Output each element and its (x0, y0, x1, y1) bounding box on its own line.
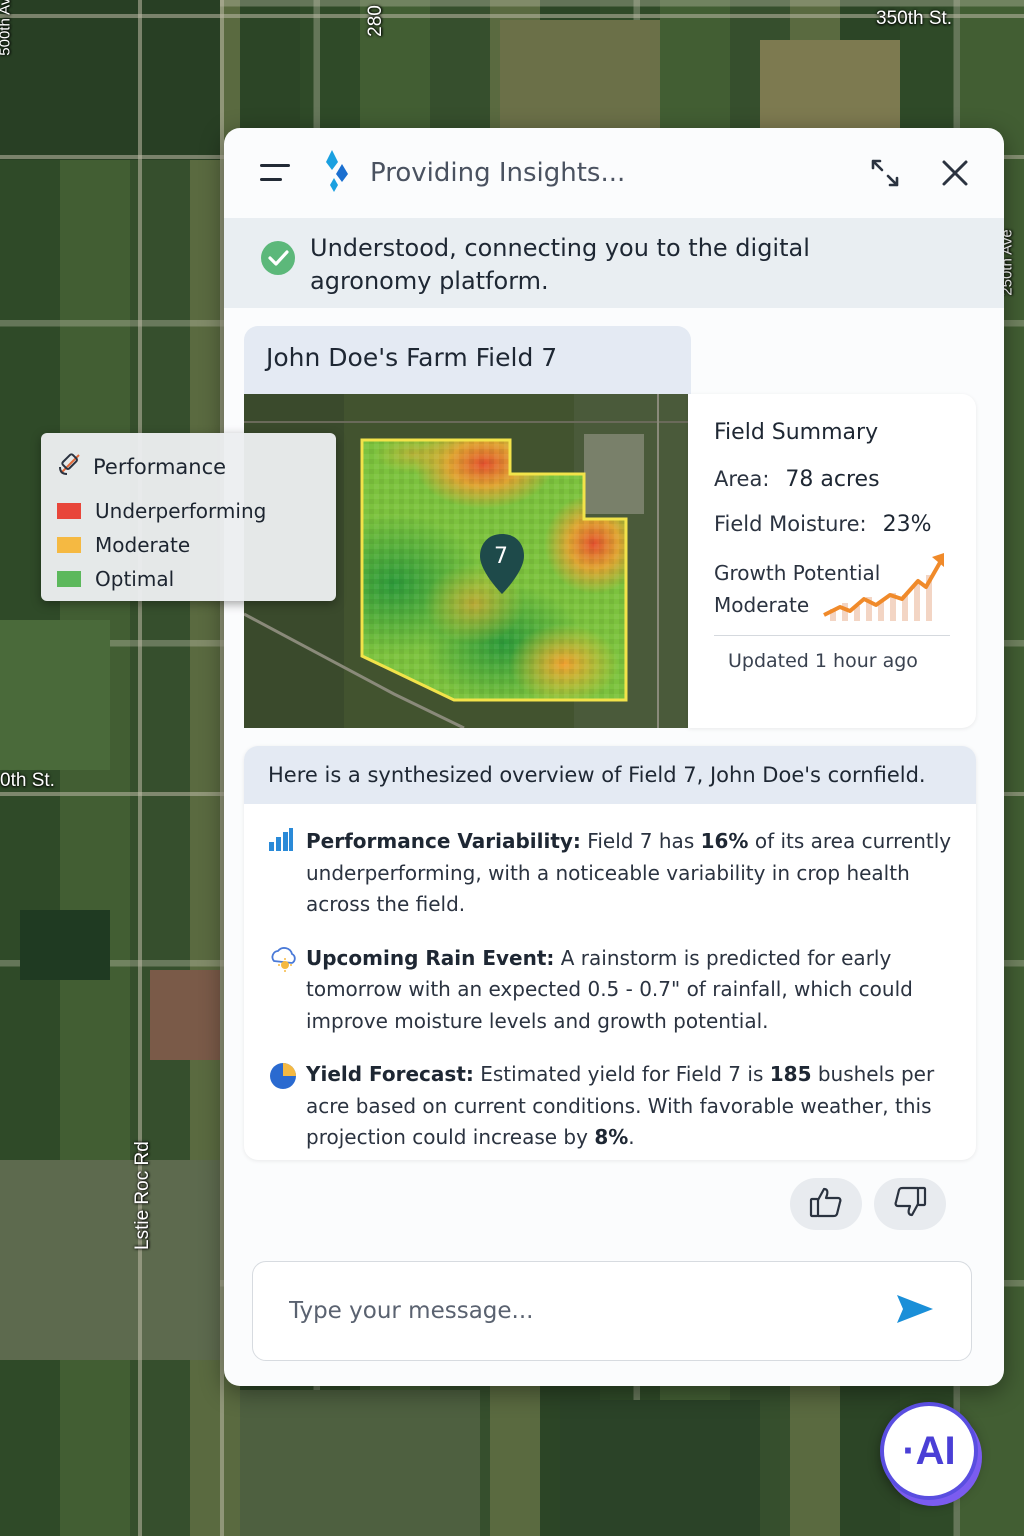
insight-performance: Performance Variability: Field 7 has 16%… (244, 826, 976, 921)
moderate-swatch (57, 537, 81, 553)
insights-panel: Providing Insights... Understood, connec… (224, 128, 1004, 1386)
bar-chart-icon (268, 826, 296, 921)
status-text: Understood, connecting you to the digita… (310, 234, 810, 295)
optimal-swatch (57, 571, 81, 587)
thumbs-down-button[interactable] (874, 1178, 946, 1230)
check-circle-icon (260, 240, 296, 280)
legend-item-moderate: Moderate (57, 528, 320, 562)
updated-timestamp: Updated 1 hour ago (728, 650, 918, 672)
performance-legend: Performance Underperforming Moderate Opt… (41, 433, 336, 601)
thumbs-up-icon (809, 1186, 843, 1222)
status-message: Understood, connecting you to the digita… (224, 218, 1004, 308)
field-marker-label: 7 (494, 544, 508, 569)
panel-header: Providing Insights... (224, 128, 1004, 218)
road-label-350th: 350th St. (876, 8, 953, 29)
road-label-280: 280 (364, 5, 386, 37)
field-card-title: John Doe's Farm Field 7 (244, 326, 691, 394)
weather-icon (268, 943, 296, 1038)
legend-item-optimal: Optimal (57, 562, 320, 596)
panel-title: Providing Insights... (370, 158, 626, 188)
pie-chart-icon (268, 1059, 296, 1154)
legend-item-underperforming: Underperforming (57, 494, 320, 528)
insight-yield: Yield Forecast: Estimated yield for Fiel… (244, 1059, 976, 1154)
logo-icon (322, 150, 352, 196)
road-label-0th: 0th St. (0, 770, 55, 791)
field-summary-title: Field Summary (714, 420, 879, 445)
growth-potential: Growth Potential Moderate (714, 553, 950, 621)
road-label-lstie: Lstie Roc Rd (132, 1141, 153, 1250)
moisture-row: Field Moisture: 23% (714, 512, 932, 537)
ai-assistant-button[interactable]: ·AI (880, 1402, 978, 1500)
insight-rain: Upcoming Rain Event: A rainstorm is pred… (244, 943, 976, 1038)
legend-title: Performance (93, 454, 227, 479)
message-input[interactable] (289, 1298, 849, 1324)
menu-icon[interactable] (260, 162, 292, 184)
message-composer (252, 1261, 972, 1361)
field-summary: Field Summary Area: 78 acres Field Moist… (688, 394, 976, 728)
trend-up-icon (820, 551, 950, 632)
overview-heading: Here is a synthesized overview of Field … (244, 746, 976, 804)
summary-divider (714, 635, 950, 636)
underperforming-swatch (57, 503, 81, 519)
satellite-icon (57, 451, 83, 482)
thumbs-up-button[interactable] (790, 1178, 862, 1230)
moisture-value: 23% (882, 512, 932, 537)
expand-icon[interactable] (868, 156, 902, 190)
close-icon[interactable] (938, 156, 972, 190)
area-row: Area: 78 acres (714, 467, 880, 492)
thumbs-down-icon (893, 1186, 927, 1222)
send-icon[interactable] (895, 1292, 935, 1330)
area-value: 78 acres (785, 467, 880, 492)
overview-card: Here is a synthesized overview of Field … (244, 746, 976, 1160)
feedback-buttons (790, 1178, 946, 1230)
road-label-500th: 500th Ave (0, 0, 14, 56)
